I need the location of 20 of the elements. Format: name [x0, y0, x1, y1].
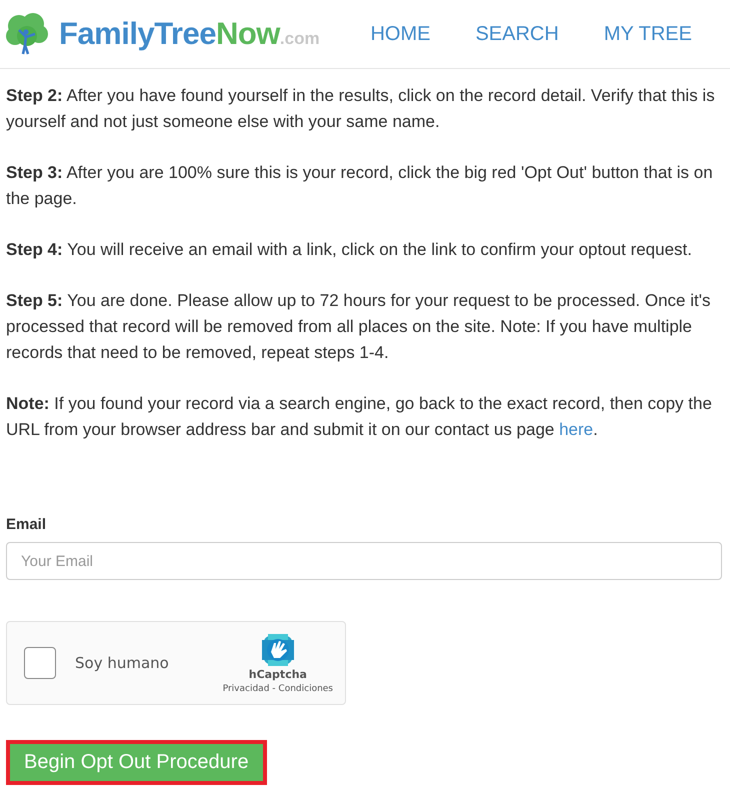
- nav-link[interactable]: HOME: [370, 22, 430, 46]
- instruction-paragraph: Step 5: You are done. Please allow up to 72 hours for your request to be processed. Once it's processed that record will be removed from all places on the site. Note: If you have multiple records that need to be removed, repeat steps 1-4.: [6, 290, 712, 364]
- here-link[interactable]: here: [559, 420, 594, 439]
- nav-link[interactable]: MY TREE: [604, 22, 692, 46]
- email-label: Email: [6, 516, 46, 533]
- instruction-paragraph: Note: If you found your record via a search engine, go back to the exact record, then copy the URL from your browser address bar and submit it on our contact us page here.: [6, 393, 713, 441]
- captcha-brand: hCaptcha: [248, 668, 307, 681]
- opt-out-button[interactable]: Begin Opt Out Procedure: [10, 744, 263, 781]
- separator-text: -: [272, 684, 276, 694]
- nav-link[interactable]: SEARCH: [475, 22, 559, 46]
- captcha-checkbox[interactable]: [24, 647, 56, 679]
- terms-link[interactable]: Condiciones: [278, 684, 333, 694]
- tree-logo-icon: [5, 12, 49, 56]
- instruction-paragraph: Step 4: You will receive an email with a link, click on the link to confirm your optout request.: [6, 239, 693, 261]
- captcha-label: Soy humano: [75, 654, 169, 672]
- privacy-link[interactable]: Privacidad: [222, 684, 270, 694]
- instruction-paragraph: Step 3: After you are 100% sure this is your record, click the big red 'Opt Out' button that is on the page.: [6, 162, 714, 210]
- hand-icon: [260, 632, 296, 668]
- instruction-paragraph: Step 2: After you have found yourself in the results, click on the record detail. Verify that this is yourself and not just someone else with your same name.: [6, 85, 716, 133]
- email-field[interactable]: Your Email: [6, 542, 722, 580]
